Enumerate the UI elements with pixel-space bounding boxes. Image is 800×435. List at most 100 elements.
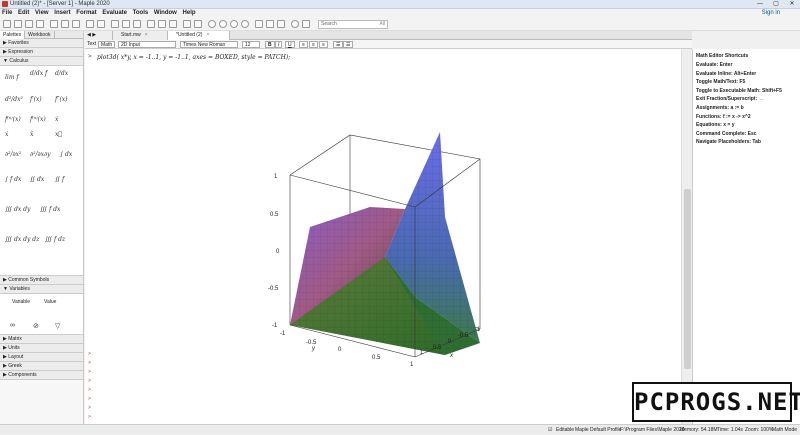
minimize-button[interactable]: — — [752, 0, 768, 9]
redo-icon[interactable] — [97, 20, 105, 28]
search-input[interactable]: Search All — [318, 20, 388, 29]
menu-insert[interactable]: Insert — [52, 9, 72, 18]
empty-prompt[interactable]: > — [88, 414, 91, 420]
stop-icon[interactable] — [230, 20, 238, 28]
double-integral-symbol-icon[interactable]: ∬ dx — [30, 176, 44, 183]
help-icon[interactable] — [291, 20, 299, 28]
palette-layout[interactable]: ▶ Layout — [0, 353, 83, 362]
iterated-integral-symbol-icon[interactable]: ∭ dx dy dz — [5, 236, 39, 243]
palette-matrix[interactable]: ▶ Matrix — [0, 335, 83, 344]
open-file-icon[interactable] — [14, 20, 22, 28]
double-prime-symbol-icon[interactable]: f″(x) — [55, 96, 68, 103]
tab-workbook[interactable]: Workbook — [25, 31, 55, 39]
math-mode-button[interactable]: Math — [98, 41, 116, 48]
align-left-icon[interactable]: ≡ — [299, 41, 308, 48]
execute-icon[interactable] — [208, 20, 216, 28]
show-hide-icon[interactable] — [266, 20, 274, 28]
palette-greek[interactable]: ▶ Greek — [0, 362, 83, 371]
palette-common-symbols[interactable]: ▶ Common Symbols — [0, 276, 83, 285]
align-center-icon[interactable]: ≡ — [309, 41, 318, 48]
empty-prompt[interactable]: > — [88, 360, 91, 366]
print-icon[interactable] — [36, 20, 44, 28]
nth-derivative-symbol-icon[interactable]: f⁽ⁿ⁾(x) — [5, 116, 21, 123]
bullet-list-icon[interactable]: ☰ — [333, 41, 344, 48]
tab-untitled[interactable]: *Untitled (2) × — [168, 31, 230, 40]
save-icon[interactable] — [25, 20, 33, 28]
maximize-button[interactable]: ▢ — [768, 0, 784, 9]
copy-icon[interactable] — [61, 20, 69, 28]
debug-icon[interactable] — [277, 20, 285, 28]
mixed-partial-symbol-icon[interactable]: ∂²/∂x∂y — [30, 151, 51, 158]
derivative-symbol-icon[interactable]: d/dx f — [30, 70, 47, 77]
italic-button[interactable]: I — [275, 41, 283, 48]
double-dot-symbol-icon[interactable]: ẍ — [30, 131, 33, 138]
scrollbar-thumb[interactable] — [684, 189, 691, 369]
close-button[interactable]: ✕ — [784, 0, 800, 9]
menu-help[interactable]: Help — [181, 9, 198, 18]
prime-symbol-icon[interactable]: f′(x) — [30, 96, 42, 103]
unindent-icon[interactable] — [158, 20, 166, 28]
double-def-integral-symbol-icon[interactable]: ∬ f — [55, 176, 64, 183]
document-scrollbar[interactable] — [681, 49, 692, 424]
undo-icon[interactable] — [86, 20, 94, 28]
empty-prompt[interactable]: > — [88, 396, 91, 402]
second-derivative-symbol-icon[interactable]: d²/dx² — [5, 96, 23, 103]
palette-components[interactable]: ▶ Components — [0, 371, 83, 380]
menu-view[interactable]: View — [33, 9, 51, 18]
tab-nav-arrows[interactable]: ◀ ▶ — [85, 31, 113, 40]
new-document-icon[interactable] — [3, 20, 11, 28]
insert-prompt-icon[interactable] — [133, 20, 141, 28]
derivative-expr-symbol-icon[interactable]: d/dx — [55, 70, 68, 77]
tab-start[interactable]: Start.mw × — [113, 31, 168, 40]
preferences-icon[interactable] — [302, 20, 310, 28]
font-select[interactable]: Times New Roman — [180, 41, 238, 48]
definite-integral-symbol-icon[interactable]: ∫ f dx — [5, 176, 21, 183]
triple-integral-symbol-icon[interactable]: ∭ dx dy — [5, 206, 30, 213]
menu-format[interactable]: Format — [74, 9, 98, 18]
dot-x-symbol-icon[interactable]: ẋ — [5, 131, 8, 138]
close-tab-icon[interactable]: × — [145, 32, 148, 38]
filter-icon[interactable]: ▽ — [55, 322, 60, 330]
text-mode-button[interactable]: Text — [87, 41, 96, 48]
execute-all-icon[interactable] — [219, 20, 227, 28]
palette-calculus[interactable]: ▼ Calculus — [0, 57, 83, 66]
limit-symbol-icon[interactable]: lim f — [5, 74, 19, 81]
bold-button[interactable]: B — [265, 41, 275, 48]
menu-tools[interactable]: Tools — [131, 9, 151, 18]
menu-evaluate[interactable]: Evaluate — [100, 9, 129, 18]
empty-prompt[interactable]: > — [88, 378, 91, 384]
hide-icon[interactable]: ⊘ — [33, 322, 39, 330]
link-icon[interactable] — [183, 20, 191, 28]
palette-variables[interactable]: ▼ Variables — [0, 285, 83, 294]
sign-in-link[interactable]: Sign in — [760, 9, 782, 18]
integral-symbol-icon[interactable]: ∫ dx — [60, 151, 72, 158]
numbered-list-icon[interactable]: ☰ — [343, 41, 354, 48]
cut-icon[interactable] — [50, 20, 58, 28]
insert-text-icon[interactable] — [111, 20, 119, 28]
palette-units[interactable]: ▶ Units — [0, 344, 83, 353]
input-style-select[interactable]: 2D Input — [118, 41, 176, 48]
paste-icon[interactable] — [72, 20, 80, 28]
underline-button[interactable]: U — [285, 41, 295, 48]
empty-prompt[interactable]: > — [88, 405, 91, 411]
triple-def-integral-symbol-icon[interactable]: ∭ f dx — [40, 206, 60, 213]
palette-favorites[interactable]: ▶ Favorites — [0, 39, 83, 48]
section-icon[interactable] — [147, 20, 155, 28]
math-input-command[interactable]: plot3d( x*y, x = -1..1, y = -1..1, axes … — [97, 54, 290, 61]
link-icon[interactable]: ∞ — [10, 322, 15, 329]
menu-edit[interactable]: Edit — [16, 9, 31, 18]
close-tab-icon[interactable]: × — [206, 32, 209, 38]
document-area[interactable]: > plot3d( x*y, x = -1..1, y = -1..1, axe… — [85, 49, 681, 424]
menu-window[interactable]: Window — [152, 9, 179, 18]
empty-prompt[interactable]: > — [88, 369, 91, 375]
font-size-select[interactable]: 12 — [242, 41, 260, 48]
tab-palettes[interactable]: Palettes — [0, 31, 26, 39]
indent-icon[interactable] — [169, 20, 177, 28]
align-right-icon[interactable]: ≡ — [319, 41, 328, 48]
partial-symbol-icon[interactable]: ∂²/∂x² — [5, 151, 21, 158]
plot3d-output[interactable]: 1 0.5 0 -0.5 -1 -1 -0.5 0 0.5 1 1 0.5 0 … — [250, 117, 510, 367]
search-scope[interactable]: All — [379, 21, 385, 28]
menu-file[interactable]: File — [0, 9, 14, 18]
zoom-icon[interactable] — [255, 20, 263, 28]
restart-icon[interactable] — [241, 20, 249, 28]
